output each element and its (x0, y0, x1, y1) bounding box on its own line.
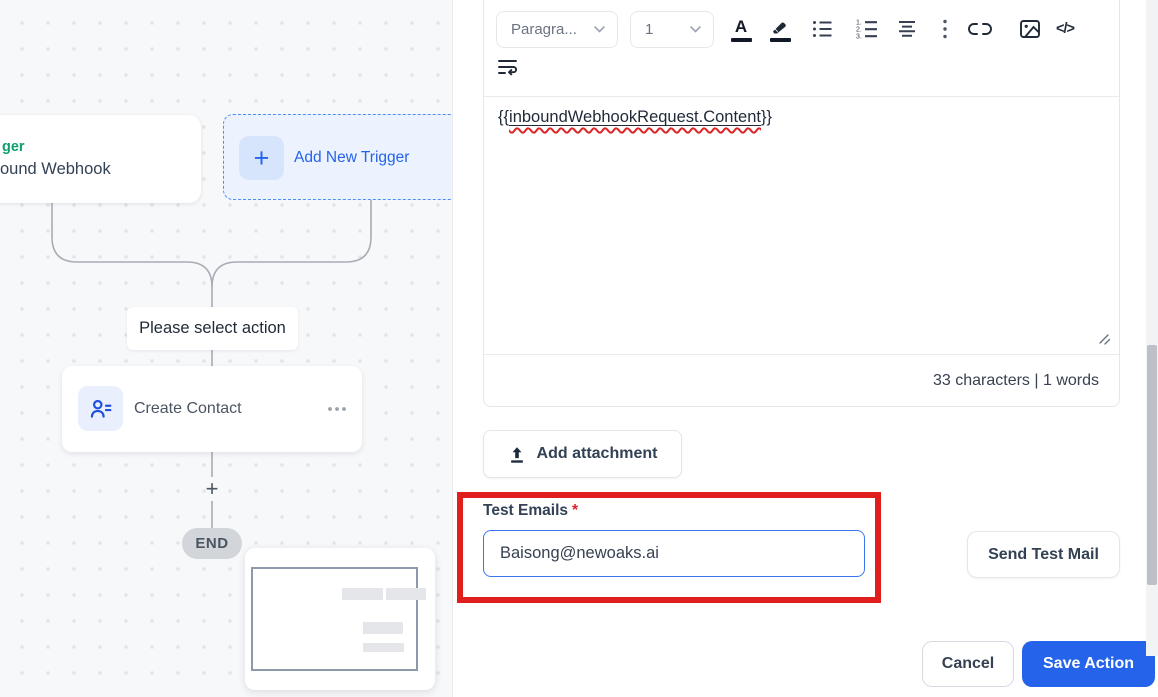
plus-icon: + (239, 136, 284, 180)
vertical-ellipsis-icon (943, 19, 947, 39)
paragraph-format-value: Paragra... (511, 21, 577, 38)
insert-code-button[interactable]: </> (1050, 17, 1080, 49)
add-attachment-label: Add attachment (536, 445, 658, 462)
rich-text-editor: Paragra... 1 A 1. 2. 3. </> {{inboundWeb… (483, 0, 1120, 407)
ordered-list-icon: 1. 2. 3. (856, 20, 877, 41)
create-contact-action-card[interactable]: Create Contact (62, 366, 362, 452)
bullet-list-button[interactable] (807, 17, 837, 49)
card-menu-ellipsis-icon[interactable] (326, 366, 348, 452)
test-emails-input[interactable] (483, 530, 865, 577)
merge-tag-variable: inboundWebhookRequest.Content (509, 108, 761, 126)
trigger-name-label: ound Webhook (0, 160, 111, 178)
toolbar-divider (484, 96, 1119, 97)
highlight-color-button[interactable] (765, 17, 795, 49)
cancel-button[interactable]: Cancel (922, 641, 1014, 687)
send-test-mail-label: Send Test Mail (988, 545, 1099, 563)
character-word-count: 33 characters | 1 words (932, 371, 1099, 389)
text-wrap-button[interactable] (496, 55, 522, 79)
font-color-button[interactable]: A (726, 17, 756, 49)
more-options-button[interactable] (930, 17, 960, 49)
highlight-underbar (769, 38, 791, 42)
minimap-bar (363, 622, 403, 634)
chevron-down-icon (594, 26, 605, 33)
send-test-mail-button[interactable]: Send Test Mail (967, 531, 1120, 578)
add-new-trigger-label: Add New Trigger (294, 149, 410, 166)
please-select-action-label: Please select action (127, 307, 298, 350)
svg-text:2.: 2. (856, 27, 862, 34)
add-new-trigger-button[interactable]: + Add New Trigger (223, 114, 452, 200)
paragraph-format-select[interactable]: Paragra... (496, 11, 618, 48)
email-body-editor[interactable]: {{inboundWebhookRequest.Content}} (498, 105, 1105, 129)
bullet-list-icon (812, 21, 831, 37)
font-size-select[interactable]: 1 (630, 11, 714, 48)
svg-text:1.: 1. (856, 20, 862, 27)
panel-scrollbar[interactable] (1146, 0, 1158, 656)
align-icon (899, 21, 915, 37)
required-asterisk: * (572, 502, 579, 519)
font-color-underbar (730, 38, 752, 42)
image-icon (1020, 20, 1040, 38)
trigger-type-label: ger (2, 139, 25, 155)
end-node-badge: END (182, 528, 242, 559)
editor-stats-bar: 33 characters | 1 words (484, 354, 1119, 406)
upload-icon (510, 446, 523, 463)
text-align-button[interactable] (892, 17, 922, 49)
font-size-value: 1 (645, 21, 654, 38)
ordered-list-button[interactable]: 1. 2. 3. (852, 17, 882, 49)
scrollbar-thumb[interactable] (1147, 345, 1157, 585)
code-icon: </> (1056, 21, 1075, 37)
create-contact-label: Create Contact (134, 400, 242, 417)
chevron-down-icon (690, 26, 701, 33)
link-icon (968, 23, 992, 35)
insert-link-button[interactable] (965, 17, 995, 49)
add-attachment-button[interactable]: Add attachment (483, 430, 682, 478)
minimap-bar (386, 588, 426, 600)
minimap-card (245, 548, 435, 690)
workflow-editor-screen: ger ound Webhook + Add New Trigger Pleas… (0, 0, 1158, 697)
insert-image-button[interactable] (1015, 17, 1045, 49)
highlighter-icon (773, 22, 786, 34)
svg-text:3.: 3. (856, 34, 862, 41)
merge-tag-close: }} (761, 108, 773, 126)
merge-tag-open: {{ (498, 108, 510, 126)
minimap-bar (342, 588, 383, 600)
minimap-bar (363, 643, 404, 652)
inbound-webhook-trigger-card[interactable]: ger ound Webhook (0, 115, 201, 203)
test-emails-label: Test Emails * (483, 502, 579, 519)
save-action-label: Save Action (1043, 655, 1134, 672)
cancel-label: Cancel (941, 655, 995, 672)
resize-handle-icon[interactable] (1096, 331, 1112, 352)
contact-icon (78, 386, 123, 431)
save-action-button[interactable]: Save Action (1022, 641, 1155, 687)
email-action-panel: Paragra... 1 A 1. 2. 3. </> {{inboundWeb… (453, 0, 1158, 697)
text-wrap-icon (498, 60, 517, 76)
workflow-canvas[interactable]: ger ound Webhook + Add New Trigger Pleas… (0, 0, 453, 697)
minimap-frame (251, 567, 418, 671)
font-color-icon: A (734, 17, 748, 36)
add-step-plus-icon[interactable]: + (200, 477, 224, 501)
